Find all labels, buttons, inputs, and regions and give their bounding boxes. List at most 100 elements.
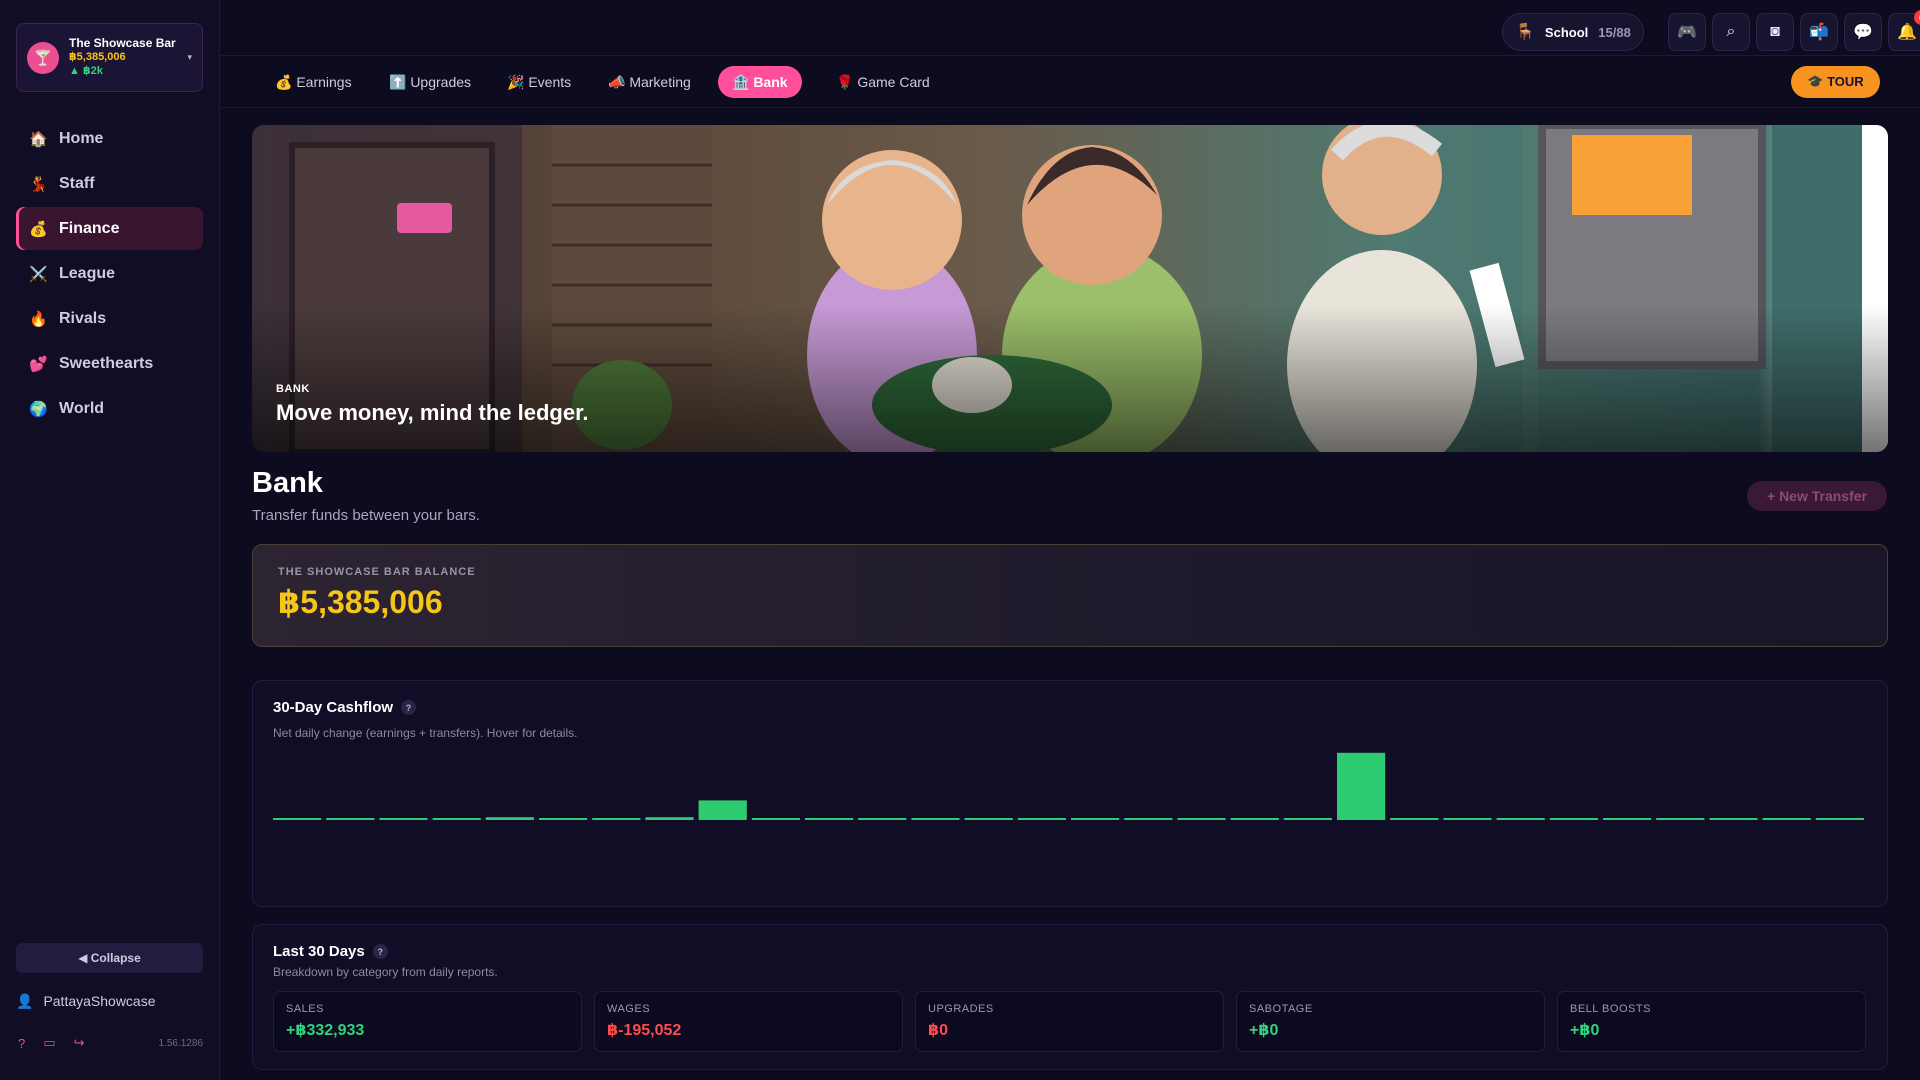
cashflow-chart — [273, 752, 1864, 820]
sidebar-item-label: Home — [59, 129, 104, 147]
balance-label: THE SHOWCASE BAR BALANCE — [278, 566, 476, 578]
search-icon[interactable]: ⌕ — [1712, 13, 1750, 51]
cashflow-bar[interactable] — [805, 818, 854, 820]
stat-upgrades: UPGRADES ฿0 — [915, 991, 1224, 1052]
cashflow-bar[interactable] — [432, 818, 481, 820]
help-icon[interactable]: ? — [18, 1036, 25, 1051]
last30-subtitle: Breakdown by category from daily reports… — [273, 965, 498, 979]
bar-info: The Showcase Bar ฿5,385,006 ▲ ฿2k — [69, 36, 187, 79]
school-button[interactable]: 🪑 School 15/88 — [1502, 13, 1644, 51]
collapse-button[interactable]: ◀ Collapse — [16, 943, 203, 973]
cashflow-bar[interactable] — [964, 818, 1013, 820]
school-count: 15/88 — [1598, 24, 1631, 40]
cashflow-bar[interactable] — [379, 818, 428, 820]
sidebar-nav: 🏠 Home 💃 Staff 💰 Finance ⚔️ League 🔥 Riv… — [16, 117, 203, 432]
cashflow-bar[interactable] — [1762, 818, 1811, 820]
cashflow-bar[interactable] — [1656, 818, 1705, 820]
cashflow-subtitle: Net daily change (earnings + transfers).… — [273, 726, 578, 740]
cashflow-bar[interactable] — [273, 818, 322, 820]
tab-upgrades[interactable]: ⬆️ Upgrades — [375, 66, 485, 98]
cashflow-bar[interactable] — [1603, 818, 1652, 820]
bar-logo-icon: 🍸 — [27, 41, 59, 74]
tab-earnings[interactable]: 💰 Earnings — [261, 66, 366, 98]
sidebar-item-finance[interactable]: 💰 Finance — [16, 207, 203, 250]
stat-value: +฿332,933 — [286, 1022, 365, 1039]
last-30-days-card: Last 30 Days ? Breakdown by category fro… — [252, 924, 1888, 1070]
stat-value: ฿-195,052 — [607, 1022, 682, 1039]
sidebar-item-label: Staff — [59, 174, 95, 192]
tab-bank[interactable]: 🏦 Bank — [718, 66, 802, 98]
cashflow-bar[interactable] — [326, 818, 375, 820]
stat-sales: SALES +฿332,933 — [273, 991, 582, 1052]
dancer-icon: 💃 — [29, 175, 48, 193]
tab-game-card[interactable]: 🌹 Game Card — [822, 66, 944, 98]
stat-wages: WAGES ฿-195,052 — [594, 991, 903, 1052]
cashflow-bar[interactable] — [751, 818, 800, 820]
cashflow-bar[interactable] — [1177, 818, 1226, 820]
fire-icon: 🔥 — [29, 310, 48, 328]
sidebar-item-rivals[interactable]: 🔥 Rivals — [16, 297, 203, 340]
sidebar-item-league[interactable]: ⚔️ League — [16, 252, 203, 295]
cashflow-bar[interactable] — [1496, 818, 1545, 820]
logout-icon[interactable]: ↪ — [74, 1035, 85, 1051]
stat-value: +฿0 — [1570, 1022, 1600, 1039]
sidebar-item-label: Rivals — [59, 309, 107, 327]
stat-value: ฿0 — [928, 1022, 949, 1039]
hearts-icon: 💕 — [29, 355, 48, 373]
bar-switcher[interactable]: 🍸 The Showcase Bar ฿5,385,006 ▲ ฿2k ▾ — [16, 23, 203, 92]
cashflow-bar[interactable] — [1017, 818, 1066, 820]
mailbox-icon[interactable]: 📬 — [1800, 13, 1838, 51]
stat-label: SALES — [286, 1003, 324, 1015]
cashflow-bar[interactable] — [1230, 818, 1279, 820]
tab-events[interactable]: 🎉 Events — [493, 66, 585, 98]
user-profile-link[interactable]: 👤 PattayaShowcase — [16, 988, 203, 1014]
cashflow-bar[interactable] — [911, 818, 960, 820]
cashflow-bar[interactable] — [1815, 818, 1864, 820]
cashflow-bar[interactable] — [539, 818, 588, 820]
chat-icon[interactable]: ▭ — [43, 1035, 55, 1051]
stat-bell-boosts: BELL BOOSTS +฿0 — [1557, 991, 1866, 1052]
camera-icon[interactable]: ◙ — [1756, 13, 1794, 51]
stat-label: BELL BOOSTS — [1570, 1003, 1651, 1015]
cashflow-bar[interactable] — [1283, 818, 1332, 820]
cashflow-bar[interactable] — [592, 818, 641, 820]
balance-value: ฿5,385,006 — [278, 584, 443, 620]
sidebar-item-sweethearts[interactable]: 💕 Sweethearts — [16, 342, 203, 385]
cashflow-bar[interactable] — [485, 817, 534, 820]
cashflow-bar[interactable] — [1390, 818, 1439, 820]
cashflow-bar[interactable] — [698, 800, 747, 820]
notifications-button[interactable]: 🔔 6 — [1888, 10, 1920, 51]
hero-banner: BANK Move money, mind the ledger. — [252, 125, 1888, 452]
sidebar-item-label: League — [59, 264, 116, 282]
sidebar: 🍸 The Showcase Bar ฿5,385,006 ▲ ฿2k ▾ 🏠 … — [0, 0, 220, 1080]
bar-delta: ▲ ฿2k — [69, 65, 103, 77]
bar-balance: ฿5,385,006 — [69, 51, 126, 64]
cashflow-bar[interactable] — [1071, 818, 1120, 820]
new-transfer-button[interactable]: + New Transfer — [1747, 481, 1887, 511]
cashflow-bar[interactable] — [1337, 752, 1386, 820]
chevron-down-icon: ▾ — [187, 52, 192, 62]
chat-bubble-icon[interactable]: 💬 — [1844, 13, 1882, 51]
cashflow-bar[interactable] — [1124, 818, 1173, 820]
sidebar-item-label: Sweethearts — [59, 354, 154, 372]
sidebar-item-label: Finance — [59, 219, 120, 237]
gamepad-icon[interactable]: 🎮 — [1668, 13, 1706, 51]
help-icon[interactable]: ? — [372, 944, 388, 959]
help-icon[interactable]: ? — [401, 700, 417, 715]
tab-marketing[interactable]: 📣 Marketing — [594, 66, 705, 98]
cashflow-bar[interactable] — [1549, 818, 1598, 820]
sidebar-item-world[interactable]: 🌍 World — [16, 387, 203, 430]
bar-name: The Showcase Bar — [69, 36, 176, 51]
cashflow-bar[interactable] — [1709, 818, 1758, 820]
user-icon: 👤 — [16, 992, 34, 1009]
tour-button[interactable]: 🎓 TOUR — [1791, 66, 1880, 98]
stat-label: UPGRADES — [928, 1003, 994, 1015]
cashflow-bar[interactable] — [645, 817, 694, 820]
finance-tabs: 💰 Earnings ⬆️ Upgrades 🎉 Events 📣 Market… — [221, 57, 1920, 108]
cashflow-bar[interactable] — [858, 818, 907, 820]
cashflow-bar[interactable] — [1443, 818, 1492, 820]
home-icon: 🏠 — [29, 130, 48, 148]
sidebar-item-home[interactable]: 🏠 Home — [16, 117, 203, 160]
sidebar-item-staff[interactable]: 💃 Staff — [16, 162, 203, 205]
crossed-swords-icon: ⚔️ — [29, 265, 48, 283]
